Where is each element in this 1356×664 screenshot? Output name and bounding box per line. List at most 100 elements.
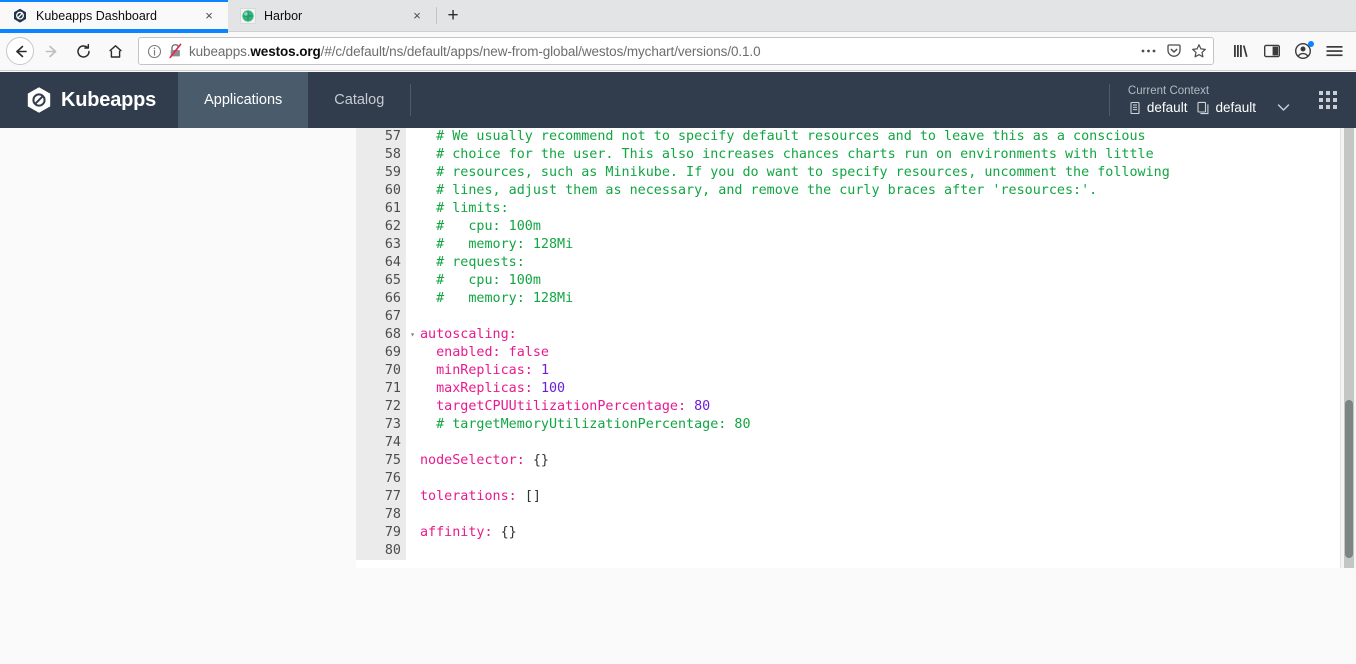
- app-header: Kubeapps Applications Catalog Current Co…: [0, 72, 1356, 128]
- code-token: 1: [540, 363, 549, 378]
- forward-arrow-icon: [36, 36, 66, 66]
- code-line[interactable]: # memory: 128Mi: [420, 290, 1340, 308]
- reload-icon[interactable]: [68, 36, 98, 66]
- code-line[interactable]: # choice for the user. This also increas…: [420, 146, 1340, 164]
- line-number: 77: [384, 489, 401, 504]
- nav-tab-catalog[interactable]: Catalog: [308, 72, 410, 128]
- code-token: maxReplicas:: [420, 381, 541, 396]
- line-number: 58: [384, 147, 401, 162]
- code-line[interactable]: affinity: {}: [420, 524, 1340, 542]
- browser-tab-title: Kubeapps Dashboard: [36, 8, 157, 23]
- code-line[interactable]: minReplicas: 1: [420, 362, 1340, 380]
- home-icon[interactable]: [100, 36, 130, 66]
- url-host-domain: westos.org: [250, 43, 321, 59]
- browser-tab-kubeapps-dashboard[interactable]: Kubeapps Dashboard ×: [0, 0, 228, 31]
- url-path: /#/c/default/ns/default/apps/new-from-gl…: [320, 43, 761, 59]
- code-line[interactable]: tolerations: []: [420, 488, 1340, 506]
- code-line[interactable]: # memory: 128Mi: [420, 236, 1340, 254]
- code-token: {}: [500, 525, 517, 540]
- chevron-down-icon[interactable]: [1277, 103, 1290, 112]
- code-line[interactable]: nodeSelector: {}: [420, 452, 1340, 470]
- code-line[interactable]: # limits:: [420, 200, 1340, 218]
- code-token: # cpu: 100m: [420, 273, 541, 288]
- code-token: affinity:: [420, 525, 501, 540]
- editor-vertical-scrollbar[interactable]: [1340, 128, 1356, 568]
- broken-lock-icon[interactable]: [168, 43, 183, 59]
- sidebar-icon[interactable]: [1263, 42, 1281, 60]
- back-arrow-icon[interactable]: [6, 37, 34, 65]
- page-body: 57 58 59 60 61 62 63 64 65 66 67 68 ▾ 69 70 71 72 73 74 75 7…: [0, 128, 1356, 664]
- code-line[interactable]: # lines, adjust them as necessary, and r…: [420, 182, 1340, 200]
- browser-chrome: Kubeapps Dashboard × Harbor × + kubeapps…: [0, 0, 1356, 72]
- context-namespace-value: default: [1215, 100, 1256, 115]
- new-tab-button[interactable]: +: [437, 0, 469, 31]
- code-token: # memory: 128Mi: [420, 291, 574, 306]
- code-token: # cpu: 100m: [420, 219, 541, 234]
- line-number: 61: [384, 201, 401, 216]
- line-number: 64: [384, 255, 401, 270]
- browser-tab-harbor[interactable]: Harbor ×: [228, 0, 436, 31]
- line-number: 73: [384, 417, 401, 432]
- code-line[interactable]: # requests:: [420, 254, 1340, 272]
- context-cluster: default: [1128, 100, 1187, 115]
- editor-code[interactable]: # We usually recommend not to specify de…: [406, 128, 1340, 560]
- ellipsis-icon[interactable]: [1140, 48, 1157, 54]
- code-line[interactable]: # targetMemoryUtilizationPercentage: 80: [420, 416, 1340, 434]
- code-token: # requests:: [420, 255, 525, 270]
- scrollbar-thumb[interactable]: [1345, 400, 1353, 558]
- url-text[interactable]: kubeapps.westos.org/#/c/default/ns/defau…: [189, 44, 1128, 59]
- line-number: 65: [384, 273, 401, 288]
- code-token: autoscaling:: [420, 327, 517, 342]
- nav-tab-applications[interactable]: Applications: [178, 72, 309, 128]
- code-line[interactable]: [420, 434, 1340, 452]
- values-yaml-editor[interactable]: 57 58 59 60 61 62 63 64 65 66 67 68 ▾ 69 70 71 72 73 74 75 7…: [356, 128, 1340, 568]
- line-number: 75: [384, 453, 401, 468]
- grid-apps-icon[interactable]: [1300, 72, 1356, 128]
- code-line[interactable]: # We usually recommend not to specify de…: [420, 128, 1340, 146]
- code-token: # targetMemoryUtilizationPercentage: 80: [420, 417, 751, 432]
- header-spacer: [411, 72, 1109, 128]
- close-icon[interactable]: ×: [408, 7, 426, 25]
- pocket-icon[interactable]: [1166, 43, 1182, 59]
- account-icon[interactable]: [1294, 41, 1314, 60]
- cluster-icon: [1128, 101, 1142, 115]
- hamburger-menu-icon[interactable]: [1325, 42, 1344, 60]
- code-line[interactable]: targetCPUUtilizationPercentage: 80: [420, 398, 1340, 416]
- info-circle-icon[interactable]: [147, 44, 162, 59]
- code-line[interactable]: # resources, such as Minikube. If you do…: [420, 164, 1340, 182]
- library-icon[interactable]: [1232, 42, 1250, 60]
- close-icon[interactable]: ×: [200, 7, 218, 25]
- url-host-prefix: kubeapps.: [189, 43, 251, 59]
- code-line[interactable]: # cpu: 100m: [420, 272, 1340, 290]
- line-number: 67: [384, 309, 401, 324]
- code-token: 100: [540, 381, 566, 396]
- code-line[interactable]: autoscaling:: [420, 326, 1340, 344]
- browser-tab-strip: Kubeapps Dashboard × Harbor × +: [0, 0, 1356, 32]
- current-context-label: Current Context: [1127, 85, 1210, 97]
- kubeapps-logo-icon: [26, 86, 52, 114]
- code-line[interactable]: [420, 542, 1340, 560]
- account-notification-dot: [1308, 41, 1314, 47]
- editor-content[interactable]: 57 58 59 60 61 62 63 64 65 66 67 68 ▾ 69 70 71 72 73 74 75 7…: [356, 128, 1340, 560]
- line-number: 74: [384, 435, 401, 450]
- app-brand[interactable]: Kubeapps: [0, 72, 178, 128]
- code-token: []: [524, 489, 541, 504]
- current-context-selector[interactable]: Current Context default default: [1110, 72, 1300, 128]
- code-line[interactable]: # cpu: 100m: [420, 218, 1340, 236]
- fold-toggle-icon[interactable]: ▾: [410, 326, 415, 344]
- code-token: minReplicas:: [420, 363, 541, 378]
- code-line[interactable]: maxReplicas: 100: [420, 380, 1340, 398]
- code-token: tolerations:: [420, 489, 525, 504]
- code-token: {}: [532, 453, 549, 468]
- code-line[interactable]: [420, 308, 1340, 326]
- code-line[interactable]: [420, 470, 1340, 488]
- url-bar[interactable]: kubeapps.westos.org/#/c/default/ns/defau…: [138, 37, 1214, 65]
- code-line[interactable]: [420, 506, 1340, 524]
- code-line[interactable]: enabled: false: [420, 344, 1340, 362]
- line-number: 80: [384, 543, 401, 558]
- line-number: 57: [384, 129, 401, 144]
- kubeapps-icon: [12, 8, 28, 24]
- star-icon[interactable]: [1191, 43, 1207, 59]
- editor-line-numbers: 57 58 59 60 61 62 63 64 65 66 67 68 ▾ 69 70 71 72 73 74 75 7…: [356, 128, 415, 560]
- line-number: 59: [384, 165, 401, 180]
